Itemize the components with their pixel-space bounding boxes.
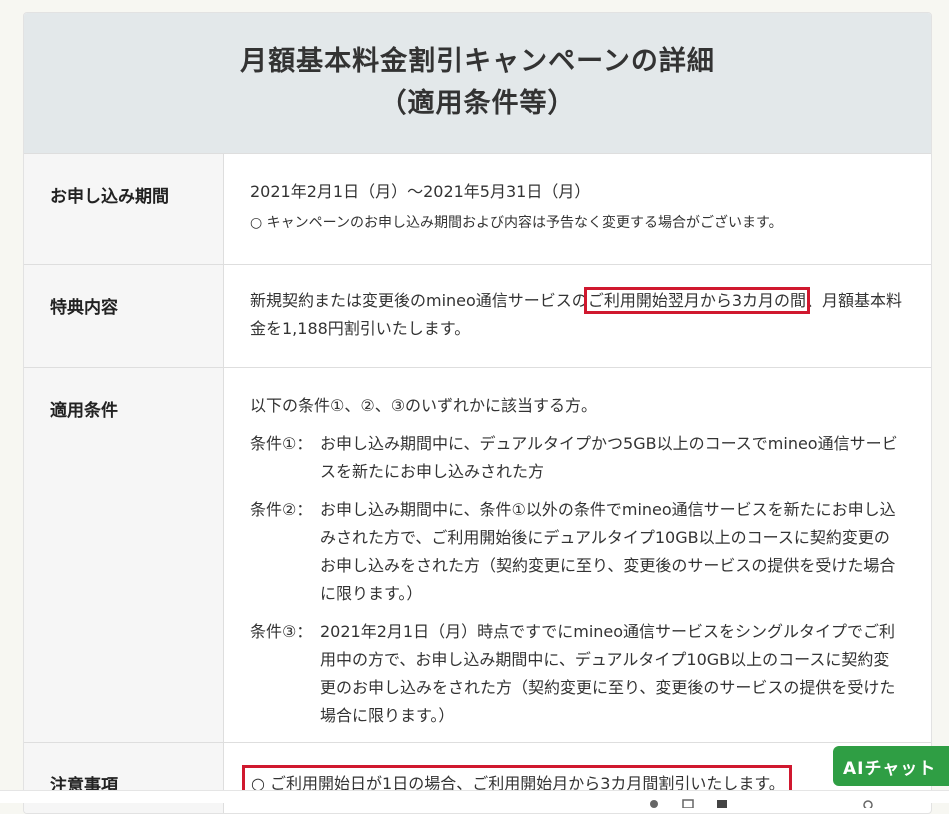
- row-notes: 注意事項 ○ ご利用開始日が1日の場合、ご利用開始月から3カ月間割引いたします。: [24, 742, 931, 813]
- row-benefit: 特典内容 新規契約または変更後のmineo通信サービスのご利用開始翌月から3カ月…: [24, 264, 931, 367]
- condition-item: 条件②： お申し込み期間中に、条件①以外の条件でmineo通信サービスを新たにお…: [250, 496, 905, 608]
- page-subtitle: （適用条件等）: [379, 88, 576, 119]
- row-content: 以下の条件①、②、③のいずれかに該当する方。 条件①： お申し込み期間中に、デュ…: [224, 368, 931, 742]
- row-label: 特典内容: [24, 265, 224, 367]
- row-content: 2021年2月1日（月）～2021年5月31日（月） ○ キャンペーンのお申し込…: [224, 154, 931, 264]
- benefit-text: 新規契約または変更後のmineo通信サービスの: [250, 291, 588, 310]
- ai-chat-button[interactable]: AIチャット: [833, 746, 949, 786]
- condition-text: 2021年2月1日（月）時点ですでにmineo通信サービスをシングルタイプでご利…: [320, 622, 896, 725]
- condition-text: お申し込み期間中に、デュアルタイプかつ5GB以上のコースでmineo通信サービス…: [320, 434, 898, 481]
- conditions-intro: 以下の条件①、②、③のいずれかに該当する方。: [250, 396, 598, 415]
- condition-label: 条件①：: [250, 434, 313, 453]
- row-content: ○ ご利用開始日が1日の場合、ご利用開始月から3カ月間割引いたします。: [224, 743, 931, 813]
- row-label: 適用条件: [24, 368, 224, 742]
- page-title: 月額基本料金割引キャンペーンの詳細: [240, 46, 715, 77]
- bottom-toolbar: [0, 790, 949, 810]
- condition-item: 条件③： 2021年2月1日（月）時点ですでにmineo通信サービスをシングルタ…: [250, 618, 905, 730]
- row-label: 注意事項: [24, 743, 224, 813]
- period-dates: 2021年2月1日（月）～2021年5月31日（月）: [250, 182, 591, 201]
- row-application-period: お申し込み期間 2021年2月1日（月）～2021年5月31日（月） ○ キャン…: [24, 153, 931, 264]
- condition-text: お申し込み期間中に、条件①以外の条件でmineo通信サービスを新たにお申し込みさ…: [320, 500, 896, 603]
- condition-label: 条件②：: [250, 500, 313, 519]
- period-note: ○ キャンペーンのお申し込み期間および内容は予告なく変更する場合がございます。: [250, 215, 783, 231]
- card-header: 月額基本料金割引キャンペーンの詳細 （適用条件等）: [24, 13, 931, 153]
- condition-item: 条件①： お申し込み期間中に、デュアルタイプかつ5GB以上のコースでmineo通…: [250, 430, 905, 486]
- campaign-details-card: 月額基本料金割引キャンペーンの詳細 （適用条件等） お申し込み期間 2021年2…: [23, 12, 932, 814]
- condition-label: 条件③：: [250, 622, 313, 641]
- row-content: 新規契約または変更後のmineo通信サービスのご利用開始翌月から3カ月の間、月額…: [224, 265, 931, 367]
- row-label: お申し込み期間: [24, 154, 224, 264]
- benefit-highlight: ご利用開始翌月から3カ月の間: [583, 287, 811, 314]
- row-conditions: 適用条件 以下の条件①、②、③のいずれかに該当する方。 条件①： お申し込み期間…: [24, 367, 931, 742]
